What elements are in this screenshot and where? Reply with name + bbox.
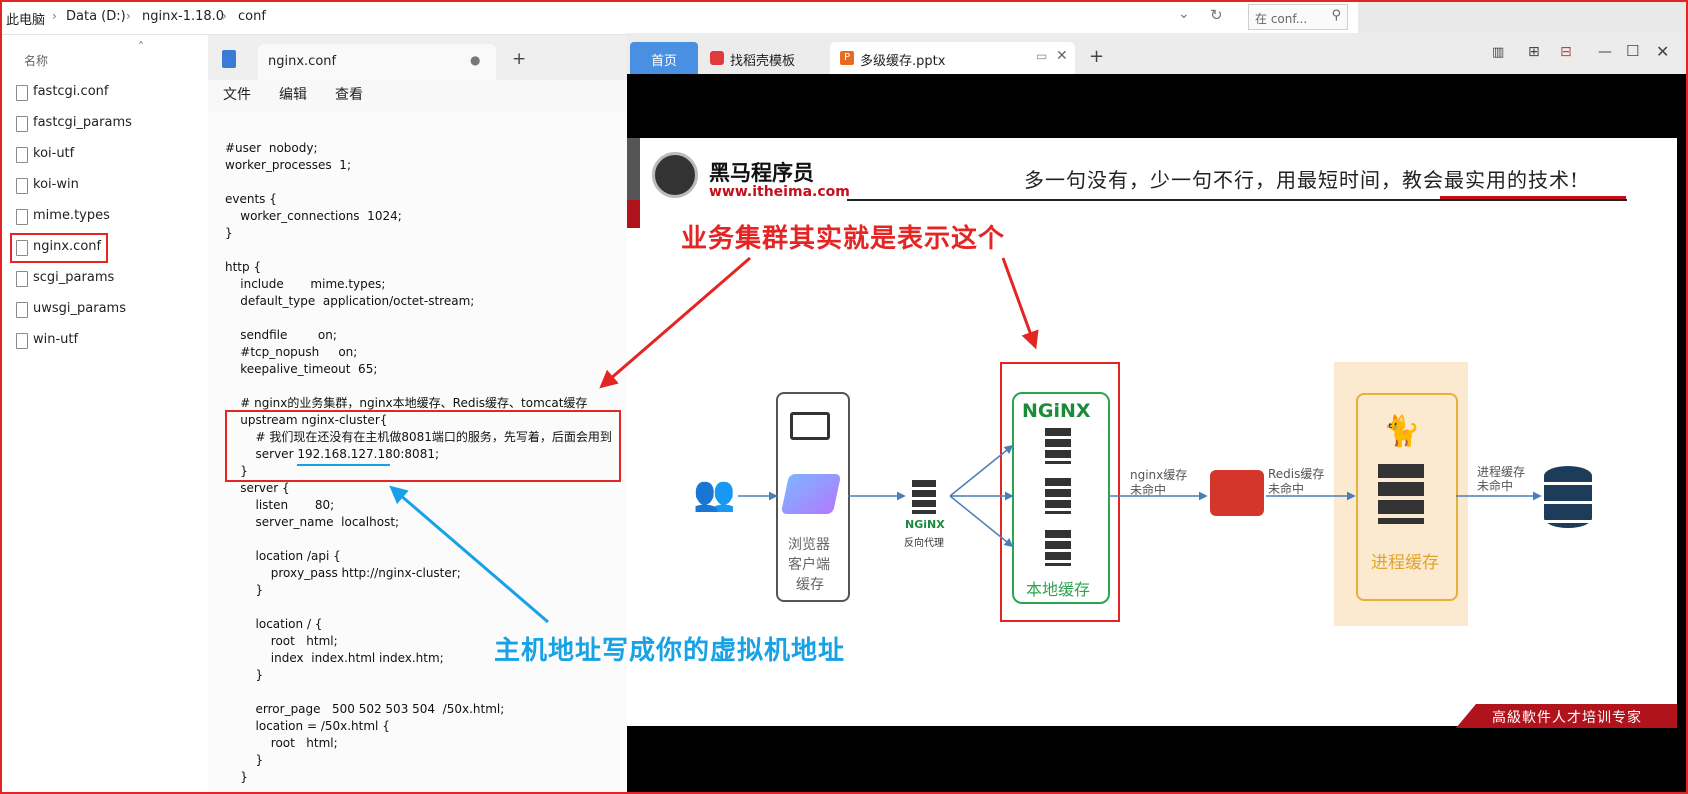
- blue-arrow-to-ip: [389, 485, 549, 624]
- red-arrow-to-cluster: [1001, 257, 1039, 350]
- arrows-overlay: [389, 256, 1542, 624]
- flow-proxy-node3: [949, 495, 1014, 548]
- red-arrow-to-code: [599, 256, 751, 389]
- flow-proxy-node1: [949, 444, 1014, 497]
